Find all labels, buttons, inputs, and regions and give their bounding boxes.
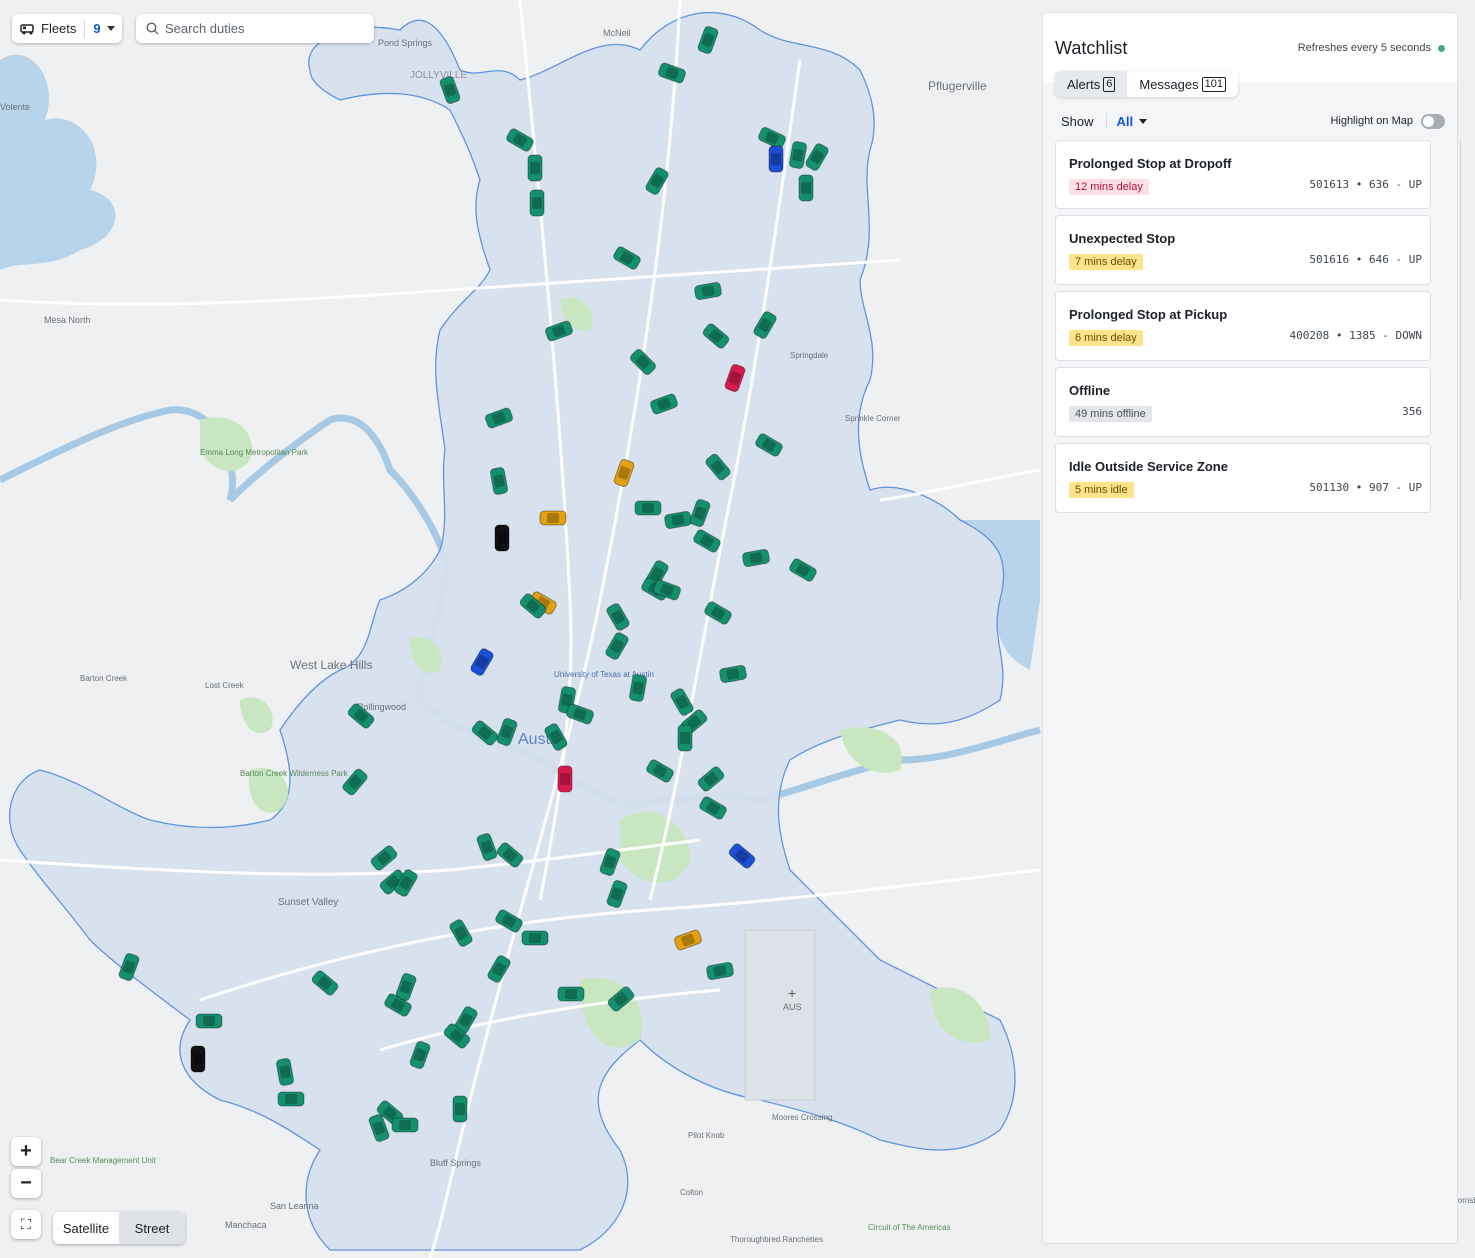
map-label: AUS [783,1002,802,1012]
map-label: Lost Creek [205,681,245,690]
map-label: Pilot Knob [688,1131,725,1140]
vehicle-marker[interactable] [768,145,784,173]
vehicle-marker[interactable] [634,500,662,516]
watchlist-tabs: Alerts 6 Messages 101 [1055,71,1238,97]
vehicle-marker[interactable] [391,1117,419,1133]
alert-meta: 356 [1402,405,1422,418]
fleets-label: Fleets [41,21,77,36]
vehicle-marker[interactable] [677,724,693,752]
alert-badge: 7 mins delay [1069,254,1143,270]
vehicle-marker[interactable] [521,930,549,946]
map-label: Bluff Springs [430,1158,481,1168]
search-input[interactable] [165,21,355,36]
tab-label: Alerts [1067,76,1101,92]
highlight-label: Highlight on Map [1330,115,1413,127]
alert-title: Prolonged Stop at Pickup [1069,307,1228,322]
tab-count-badge: 6 [1103,76,1116,92]
map-label: Emma Long Metropolitan Park [200,448,309,457]
map-label: Thoroughbred Ranchettes [730,1235,823,1244]
alert-card[interactable]: Idle Outside Service Zone 5 mins idle 50… [1055,443,1431,513]
fleets-selector[interactable]: Fleets 9 [12,14,122,43]
vehicle-marker[interactable] [557,765,573,793]
map-label: Barton Creek Wilderness Park [240,769,349,778]
map-label: Bear Creek Management Unit [50,1156,157,1165]
alert-meta: 400208 • 1385 - DOWN [1289,329,1422,342]
svg-text:+: + [788,985,796,1001]
tab-messages[interactable]: Messages 101 [1127,71,1238,97]
show-label: Show [1061,113,1094,129]
map-label: Barton Creek [80,674,128,683]
divider [1105,113,1107,129]
vehicle-marker[interactable] [798,174,814,202]
status-dot-icon [1438,44,1445,52]
alert-title: Idle Outside Service Zone [1069,459,1228,474]
scrollbar[interactable] [1460,140,1461,600]
fullscreen-button[interactable]: ⛶ [11,1210,41,1239]
tab-label: Messages [1139,76,1199,92]
map-label: Pond Springs [378,38,433,48]
vehicle-marker[interactable] [527,154,543,182]
map-type-switch[interactable]: Satellite Street [53,1212,185,1244]
refresh-status: Refreshes every 5 seconds [1298,42,1445,54]
map-label: JOLLYVILLE [410,70,467,81]
alert-badge: 49 mins offline [1069,406,1152,422]
alert-badge: 5 mins idle [1069,482,1134,498]
watchlist-header: Watchlist Refreshes every 5 seconds Aler… [1043,13,1457,97]
alert-title: Offline [1069,383,1111,398]
watchlist-title: Watchlist [1055,38,1128,58]
zoom-in-button[interactable]: + [11,1137,41,1166]
chevron-down-icon [1139,118,1148,124]
street-option[interactable]: Street [119,1212,185,1244]
map-label: Mesa North [44,315,91,325]
alert-meta: 501616 • 646 - UP [1309,253,1422,266]
map-label: Springdale [790,351,829,360]
vehicle-marker[interactable] [557,986,585,1002]
vehicle-marker[interactable] [539,510,567,526]
map-label: McNeil [603,28,631,38]
alert-badge: 12 mins delay [1069,179,1149,195]
map-label: Colton [680,1188,703,1197]
vehicle-marker[interactable] [195,1013,223,1029]
map-label: San Leanna [270,1201,319,1211]
tab-count-badge: 101 [1201,76,1226,92]
alert-meta: 501613 • 636 - UP [1309,178,1422,191]
search-box[interactable] [136,14,374,43]
zoom-out-button[interactable]: − [11,1169,41,1198]
map-label: Manchaca [225,1220,267,1230]
alert-card[interactable]: Offline 49 mins offline 356 [1055,367,1431,437]
map-label: Pflugerville [928,79,987,93]
alert-badge: 6 mins delay [1069,330,1143,346]
vehicle-marker[interactable] [529,189,545,217]
alert-list: Prolonged Stop at Dropoff 12 mins delay … [1055,140,1461,600]
vehicle-marker[interactable] [452,1095,468,1123]
map-label: Sprinkle Corner [845,414,901,423]
alert-title: Unexpected Stop [1069,231,1176,246]
search-icon [146,22,159,35]
refresh-text: Refreshes every 5 seconds [1297,42,1431,54]
map-label: Moores Crossing [772,1113,832,1122]
filter-row: Show All Highlight on Map [1061,111,1445,131]
alert-card[interactable]: Prolonged Stop at Pickup 6 mins delay 40… [1055,291,1431,361]
tab-alerts[interactable]: Alerts 6 [1055,71,1128,97]
chevron-down-icon [106,26,115,31]
alert-meta: 501130 • 907 - UP [1309,481,1422,494]
highlight-on-map: Highlight on Map [1330,113,1445,129]
alert-card[interactable]: Unexpected Stop 7 mins delay 501616 • 64… [1055,215,1431,285]
vehicle-marker[interactable] [277,1091,305,1107]
show-filter-dropdown[interactable]: All [1117,114,1134,129]
alert-title: Prolonged Stop at Dropoff [1069,156,1232,171]
fleets-count: 9 [93,21,101,36]
vehicle-marker[interactable] [190,1045,206,1073]
map-label: Sunset Valley [278,897,338,908]
alert-card[interactable]: Prolonged Stop at Dropoff 12 mins delay … [1055,140,1431,209]
map-label: Circuit of The Americas [868,1223,951,1232]
vehicle-marker[interactable] [494,524,510,552]
map-label: West Lake Hills [290,658,372,672]
bus-icon [20,23,34,34]
highlight-toggle[interactable] [1421,113,1445,129]
watchlist-panel: Watchlist Refreshes every 5 seconds Aler… [1042,12,1461,1244]
satellite-option[interactable]: Satellite [53,1212,119,1244]
divider [84,19,86,38]
map-label: Volente [0,102,30,112]
